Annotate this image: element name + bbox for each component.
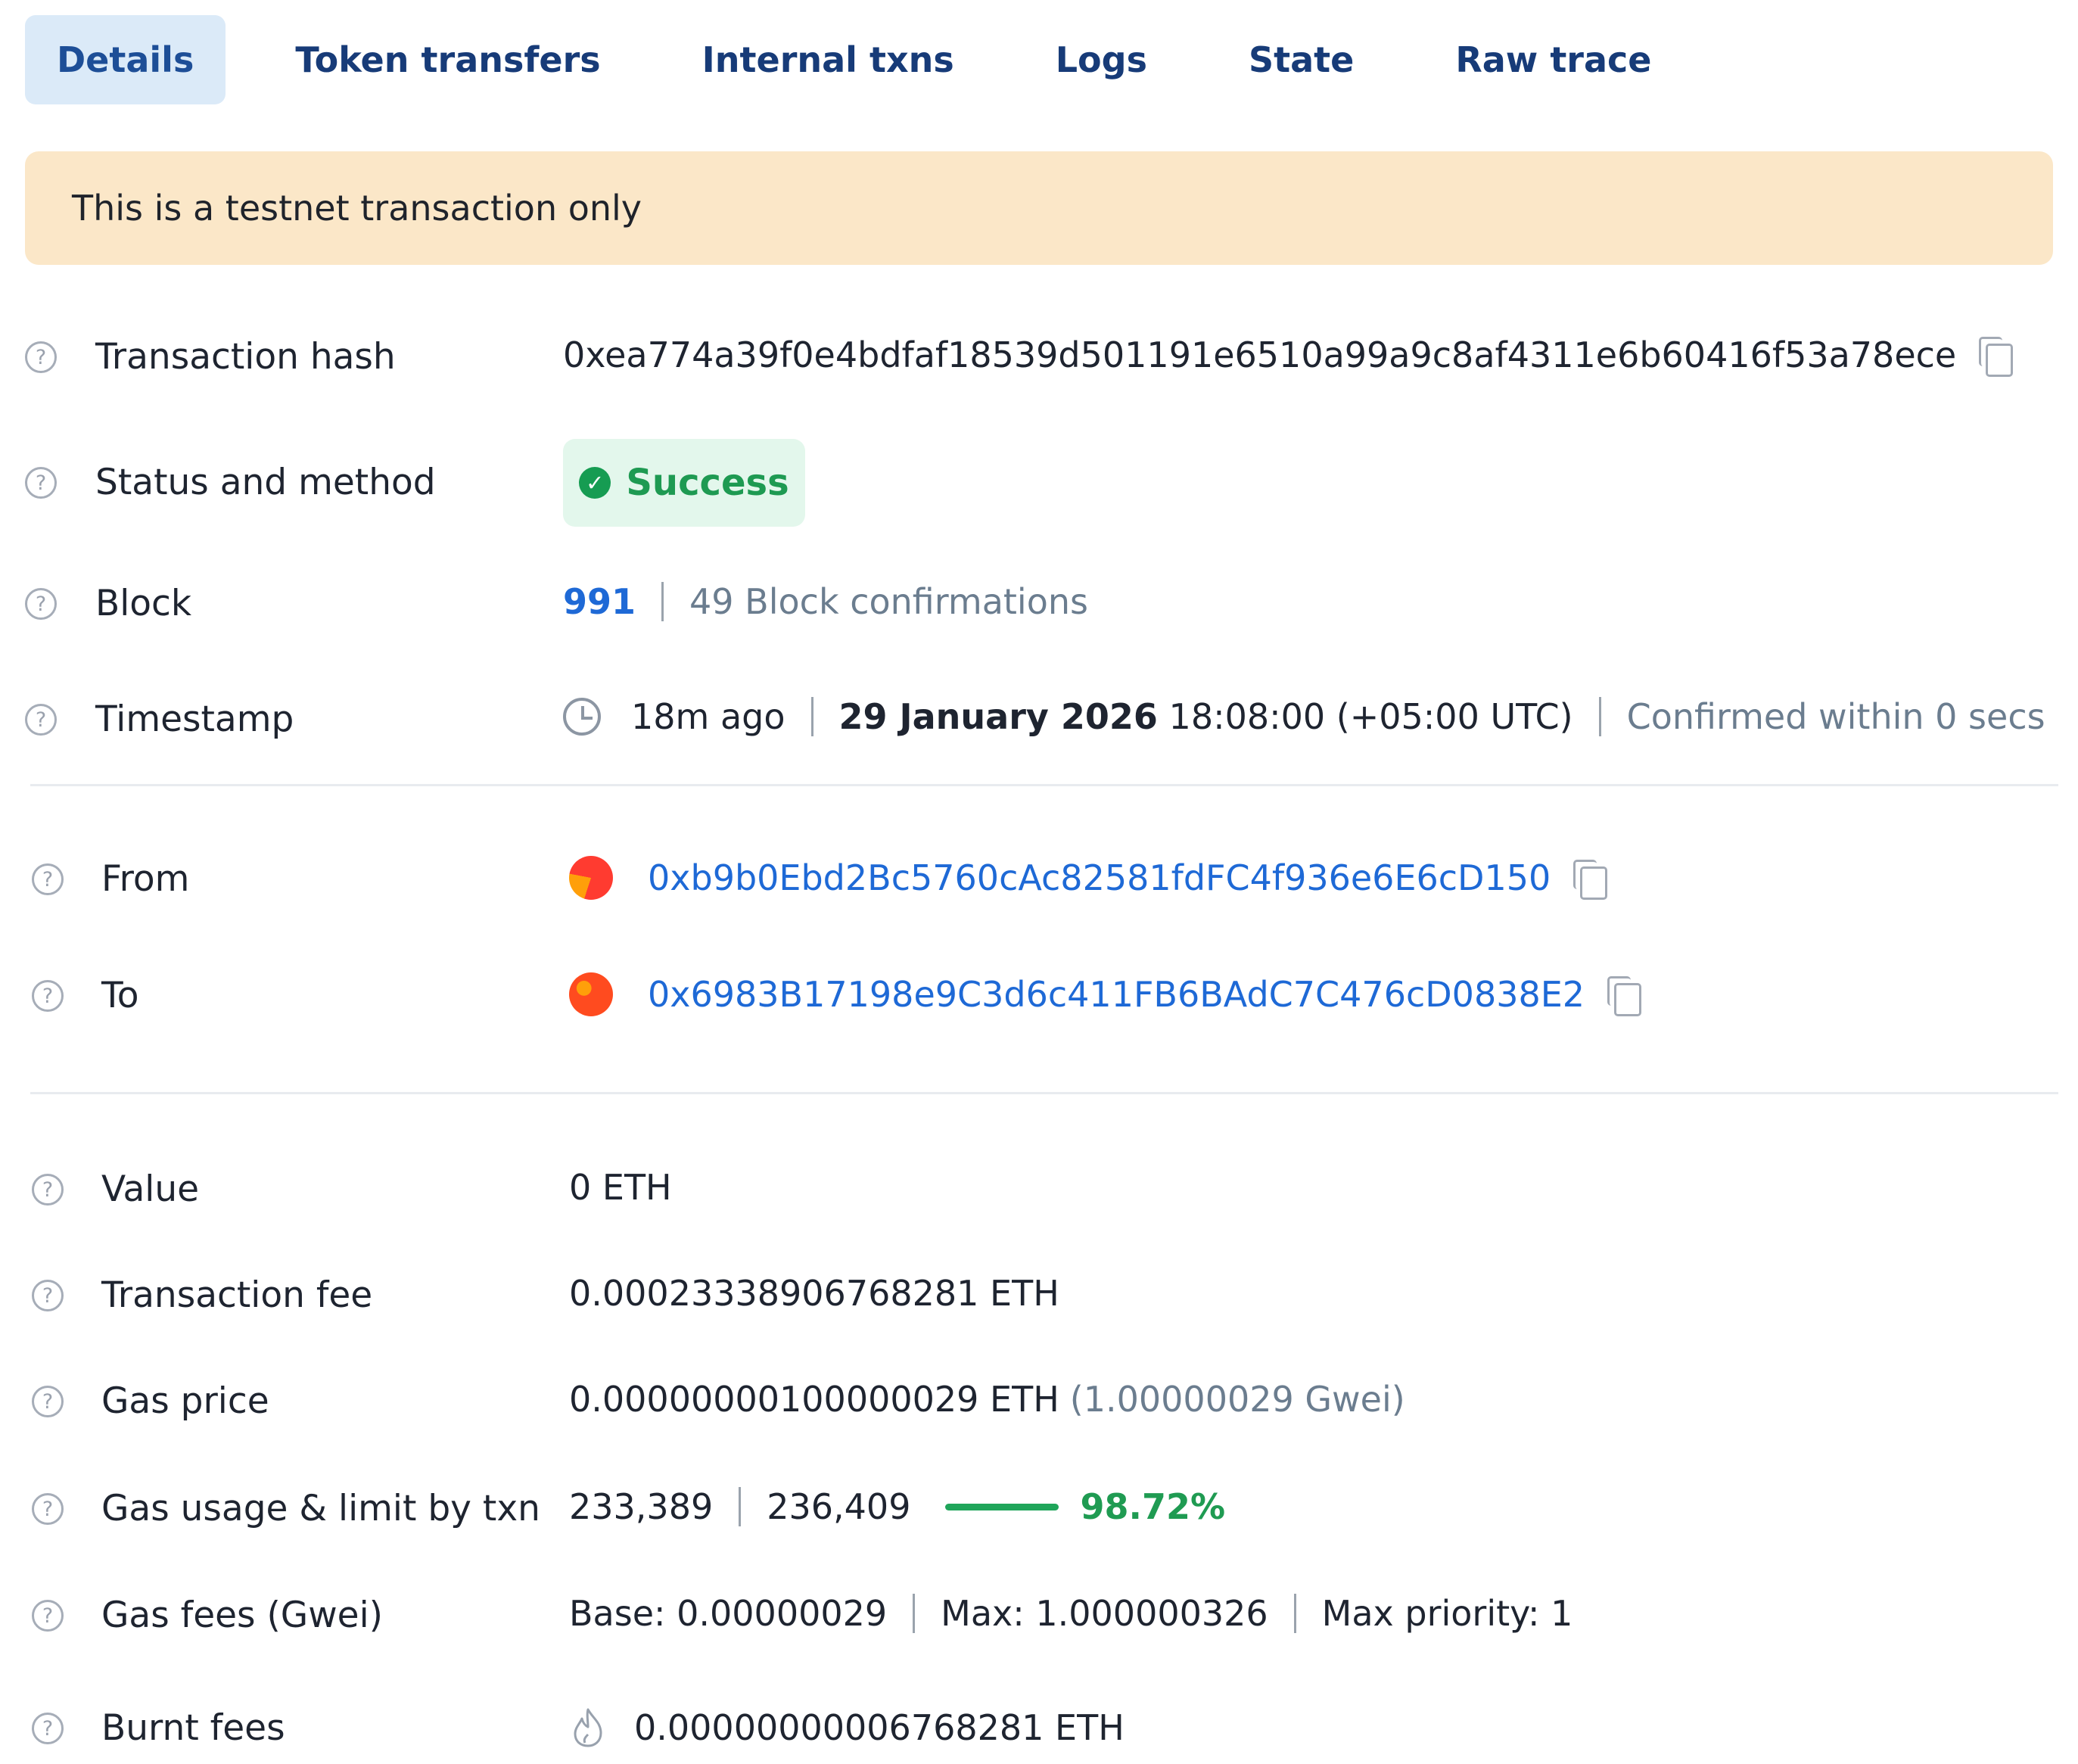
separator <box>661 582 664 621</box>
clock-icon <box>563 698 601 736</box>
tab-logs[interactable]: Logs <box>1024 15 1179 104</box>
tab-details[interactable]: Details <box>25 15 226 104</box>
gas-limit: 236,409 <box>767 1486 911 1527</box>
address-avatar <box>569 972 613 1016</box>
status-text: Success <box>626 462 789 504</box>
gas-price-value: 0.00000000100000029 ETH (1.00000029 Gwei… <box>569 1379 1405 1420</box>
transaction-hash-text: 0xea774a39f0e4bdfaf18539d501191e6510a99a… <box>563 334 1957 375</box>
question-circle-icon[interactable]: ? <box>32 1600 64 1632</box>
burnt-fees-text: 0.00000000006768281 ETH <box>634 1707 1125 1748</box>
gas-price-gwei: (1.00000029 Gwei) <box>1069 1379 1405 1420</box>
question-circle-icon[interactable]: ? <box>25 704 57 736</box>
block-number-link[interactable]: 991 <box>563 581 636 622</box>
separator <box>1293 1594 1296 1633</box>
block-label: Block <box>95 583 192 624</box>
transaction-fee-label: Transaction fee <box>101 1274 373 1316</box>
gas-fee-max: Max: 1.000000326 <box>941 1593 1268 1634</box>
tab-raw-trace[interactable]: Raw trace <box>1423 15 1683 104</box>
from-address-link[interactable]: 0xb9b0Ebd2Bc5760cAc82581fdFC4f936e6E6cD1… <box>648 857 1551 898</box>
question-circle-icon[interactable]: ? <box>25 341 57 373</box>
transaction-fee-value: 0.00023338906768281 ETH <box>569 1273 1059 1314</box>
tab-bar: Details Token transfers Internal txns Lo… <box>25 15 1722 104</box>
gas-fee-base: Base: 0.00000029 <box>569 1593 888 1634</box>
question-circle-icon[interactable]: ? <box>32 863 64 895</box>
value-amount: 0 ETH <box>569 1167 672 1208</box>
value-label: Value <box>101 1168 200 1210</box>
timestamp-value: 18m ago 29 January 2026 18:08:00 (+05:00… <box>563 696 2045 737</box>
to-address-link[interactable]: 0x6983B17198e9C3d6c411FB6BAdC7C476cD0838… <box>648 974 1585 1015</box>
section-divider <box>30 784 2058 786</box>
question-circle-icon[interactable]: ? <box>32 1386 64 1417</box>
tab-internal-txns[interactable]: Internal txns <box>670 15 986 104</box>
gas-fees-label: Gas fees (Gwei) <box>101 1594 383 1636</box>
flame-icon <box>569 1706 607 1750</box>
gas-usage-progress <box>945 1503 1059 1510</box>
from-label: From <box>101 858 190 900</box>
separator <box>1598 697 1601 736</box>
gas-price-eth: 0.00000000100000029 ETH <box>569 1379 1059 1420</box>
to-label: To <box>101 975 139 1016</box>
copy-icon[interactable] <box>1573 860 1608 900</box>
testnet-banner: This is a testnet transaction only <box>25 151 2053 265</box>
question-circle-icon[interactable]: ? <box>32 1493 64 1525</box>
separator <box>739 1487 742 1526</box>
copy-icon[interactable] <box>1607 976 1642 1016</box>
block-value: 991 49 Block confirmations <box>563 581 1088 622</box>
question-circle-icon[interactable]: ? <box>32 980 64 1012</box>
question-circle-icon[interactable]: ? <box>25 588 57 620</box>
timestamp-ago: 18m ago <box>631 696 785 737</box>
gas-used: 233,389 <box>569 1486 714 1527</box>
status-label: Status and method <box>95 462 436 503</box>
burnt-fees-label: Burnt fees <box>101 1707 285 1749</box>
gas-usage-value: 233,389 236,409 98.72% <box>569 1486 1225 1527</box>
check-circle-icon: ✓ <box>579 467 611 499</box>
question-circle-icon[interactable]: ? <box>32 1713 64 1744</box>
question-circle-icon[interactable]: ? <box>32 1174 64 1206</box>
gas-usage-percent: 98.72% <box>1080 1486 1226 1527</box>
address-avatar <box>569 856 613 900</box>
gas-fees-value: Base: 0.00000029 Max: 1.000000326 Max pr… <box>569 1593 1572 1634</box>
timestamp-time: 18:08:00 (+05:00 UTC) <box>1157 696 1573 737</box>
block-confirmations: 49 Block confirmations <box>689 581 1088 622</box>
separator <box>913 1594 916 1633</box>
timestamp-confirmed: Confirmed within 0 secs <box>1626 696 2045 737</box>
gas-usage-label: Gas usage & limit by txn <box>101 1488 540 1529</box>
copy-icon[interactable] <box>1979 337 2014 377</box>
separator <box>810 697 813 736</box>
gas-fee-priority: Max priority: 1 <box>1321 1593 1573 1634</box>
section-divider <box>30 1092 2058 1094</box>
gas-price-label: Gas price <box>101 1380 269 1422</box>
transaction-hash-value: 0xea774a39f0e4bdfaf18539d501191e6510a99a… <box>563 334 2014 377</box>
timestamp-label: Timestamp <box>95 698 294 740</box>
timestamp-date: 29 January 2026 <box>838 696 1158 737</box>
burnt-fees-value: 0.00000000006768281 ETH <box>569 1706 1125 1750</box>
transaction-hash-label: Transaction hash <box>95 336 396 378</box>
status-badge: ✓ Success <box>563 439 805 527</box>
tab-token-transfers[interactable]: Token transfers <box>263 15 632 104</box>
from-value: 0xb9b0Ebd2Bc5760cAc82581fdFC4f936e6E6cD1… <box>569 856 1608 900</box>
question-circle-icon[interactable]: ? <box>25 467 57 499</box>
tab-state[interactable]: State <box>1217 15 1386 104</box>
question-circle-icon[interactable]: ? <box>32 1280 64 1311</box>
to-value: 0x6983B17198e9C3d6c411FB6BAdC7C476cD0838… <box>569 972 1642 1016</box>
